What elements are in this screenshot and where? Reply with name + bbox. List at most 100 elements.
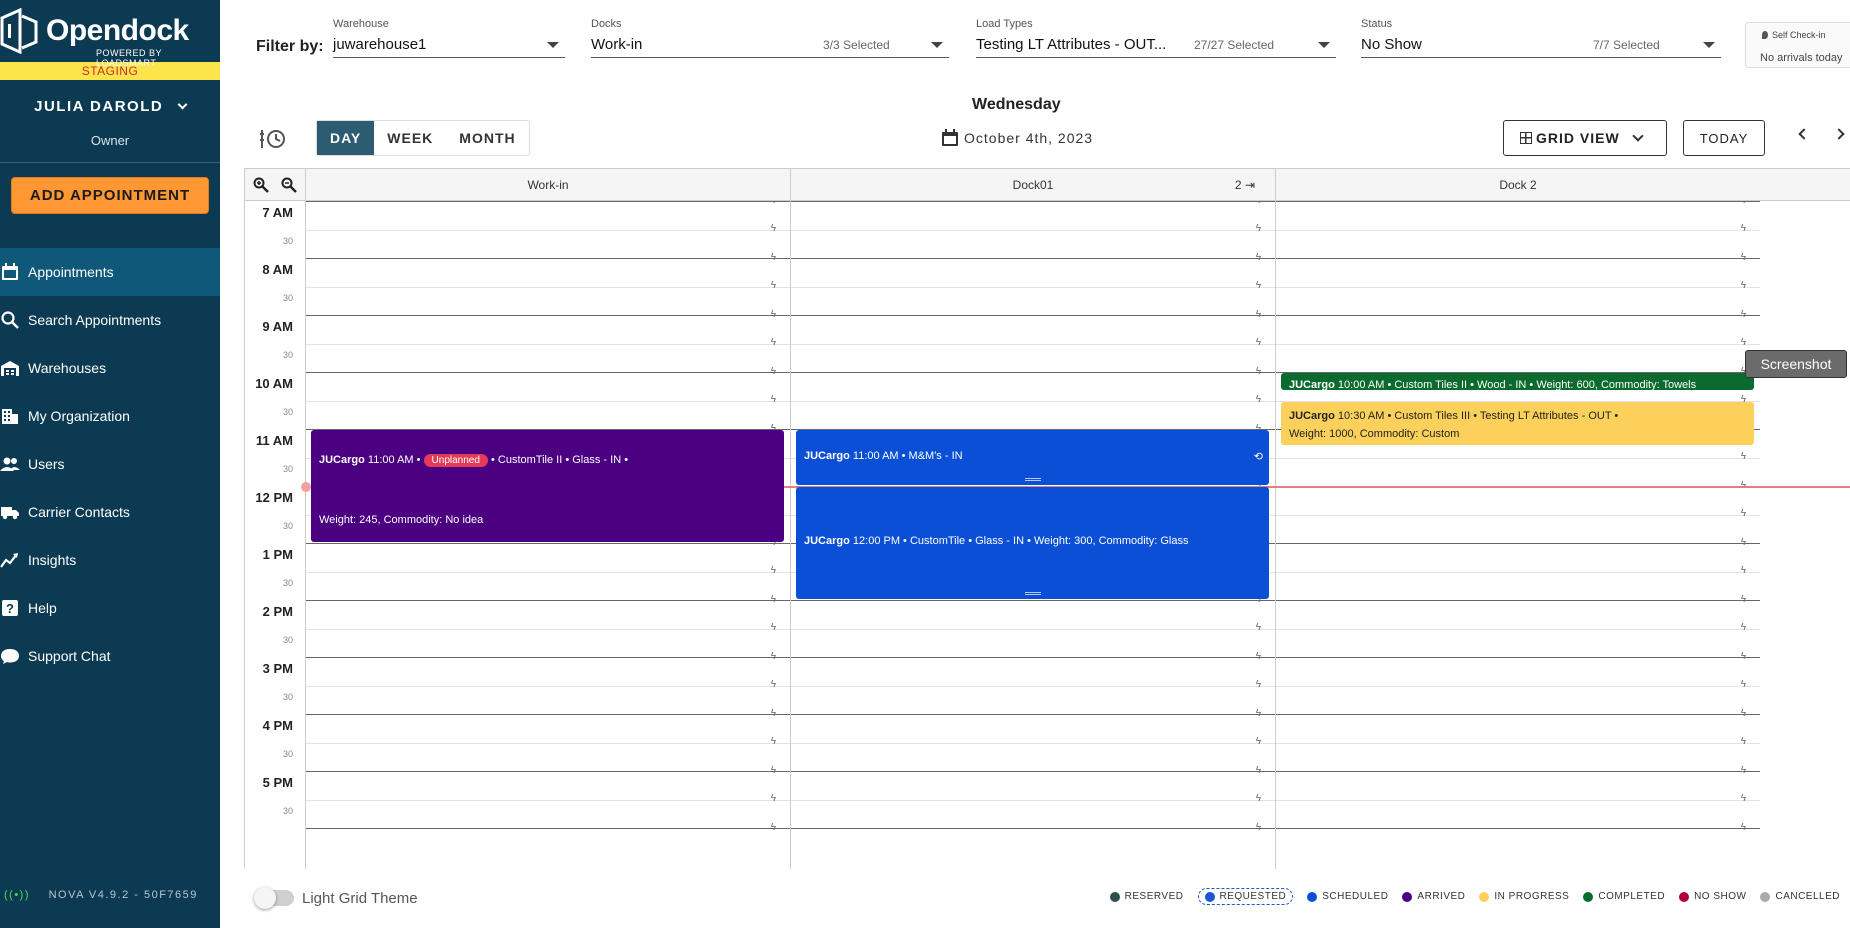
date-picker[interactable]: October 4th, 2023: [940, 128, 1093, 148]
quick-book-icon[interactable]: ϟ: [1256, 337, 1261, 348]
quick-book-icon[interactable]: ϟ: [771, 822, 776, 833]
resize-handle[interactable]: [1024, 478, 1041, 481]
sidebar-item-help[interactable]: ? Help: [0, 584, 220, 632]
quick-book-icon[interactable]: ϟ: [1256, 651, 1261, 662]
quick-book-icon[interactable]: ϟ: [771, 309, 776, 320]
legend-item-scheduled[interactable]: SCHEDULED: [1307, 891, 1388, 902]
sidebar-item-users[interactable]: Users: [0, 440, 220, 488]
quick-book-icon[interactable]: ϟ: [1741, 622, 1746, 633]
quick-book-icon[interactable]: ϟ: [771, 708, 776, 719]
appointment-card[interactable]: JUCargo 11:00 AM • M&M's - IN ⟲: [796, 430, 1269, 485]
quick-book-icon[interactable]: ϟ: [1741, 280, 1746, 291]
quick-book-icon[interactable]: ϟ: [771, 366, 776, 377]
quick-book-icon[interactable]: ϟ: [1256, 201, 1261, 206]
appointment-card[interactable]: JUCargo 12:00 PM • CustomTile • Glass - …: [796, 487, 1269, 599]
quick-book-icon[interactable]: ϟ: [771, 793, 776, 804]
sidebar-item-warehouses[interactable]: Warehouses: [0, 344, 220, 392]
quick-book-icon[interactable]: ϟ: [771, 280, 776, 291]
prev-day-icon[interactable]: [1798, 128, 1810, 140]
quick-book-icon[interactable]: ϟ: [1256, 252, 1261, 263]
quick-book-icon[interactable]: ϟ: [1741, 223, 1746, 234]
appointment-card[interactable]: JUCargo 10:30 AM • Custom Tiles III • Te…: [1281, 401, 1754, 446]
column-header-dock-2[interactable]: Dock 2: [1275, 169, 1760, 201]
legend-item-in-progress[interactable]: IN PROGRESS: [1479, 891, 1569, 902]
quick-book-icon[interactable]: ϟ: [1256, 708, 1261, 719]
tab-month[interactable]: MONTH: [446, 121, 528, 155]
resize-handle[interactable]: [1024, 592, 1041, 595]
quick-book-icon[interactable]: ϟ: [1741, 708, 1746, 719]
sidebar-item-support-chat[interactable]: Support Chat: [0, 632, 220, 680]
warehouse-select[interactable]: Warehouse juwarehouse1: [333, 18, 565, 58]
grid-view-button[interactable]: GRID VIEW: [1503, 120, 1667, 156]
quick-book-icon[interactable]: ϟ: [1741, 252, 1746, 263]
quick-book-icon[interactable]: ϟ: [1256, 822, 1261, 833]
quick-book-icon[interactable]: ϟ: [771, 394, 776, 405]
quick-book-icon[interactable]: ϟ: [1741, 565, 1746, 576]
quick-book-icon[interactable]: ϟ: [1741, 508, 1746, 519]
docks-select[interactable]: Docks Work-in 3/3 Selected: [591, 18, 949, 58]
recurring-icon[interactable]: ⟲: [1254, 450, 1263, 463]
quick-book-icon[interactable]: ϟ: [1256, 309, 1261, 320]
self-checkin-panel[interactable]: Self Check-in No arrivals today: [1745, 22, 1850, 68]
quick-book-icon[interactable]: ϟ: [1741, 793, 1746, 804]
tab-day[interactable]: DAY: [317, 121, 375, 155]
quick-book-icon[interactable]: ϟ: [1256, 366, 1261, 377]
quick-book-icon[interactable]: ϟ: [1741, 309, 1746, 320]
appointment-card[interactable]: JUCargo 11:00 AM • Unplanned • CustomTil…: [311, 430, 784, 542]
dock-column[interactable]: ϟϟϟϟϟϟϟϟϟϟϟϟϟϟϟϟϟϟϟϟϟϟϟ: [1275, 201, 1760, 869]
user-menu[interactable]: JULIA DAROLD: [0, 98, 220, 115]
quick-book-icon[interactable]: ϟ: [1741, 765, 1746, 776]
quick-book-icon[interactable]: ϟ: [1741, 201, 1746, 206]
sidebar-item-search-appointments[interactable]: Search Appointments: [0, 296, 220, 344]
legend-item-cancelled[interactable]: CANCELLED: [1760, 891, 1840, 902]
history-icon[interactable]: [260, 126, 288, 150]
quick-book-icon[interactable]: ϟ: [1256, 736, 1261, 747]
sidebar-item-carrier-contacts[interactable]: Carrier Contacts: [0, 488, 220, 536]
quick-book-icon[interactable]: ϟ: [771, 736, 776, 747]
column-header-dock01[interactable]: Dock01 2 ⇥: [790, 169, 1275, 201]
quick-book-icon[interactable]: ϟ: [1256, 394, 1261, 405]
quick-book-icon[interactable]: ϟ: [771, 679, 776, 690]
quick-book-icon[interactable]: ϟ: [771, 651, 776, 662]
quick-book-icon[interactable]: ϟ: [1741, 480, 1746, 491]
legend-item-completed[interactable]: COMPLETED: [1583, 891, 1665, 902]
add-appointment-button[interactable]: ADD APPOINTMENT: [11, 177, 209, 214]
quick-book-icon[interactable]: ϟ: [1741, 736, 1746, 747]
quick-book-icon[interactable]: ϟ: [771, 765, 776, 776]
quick-book-icon[interactable]: ϟ: [1741, 679, 1746, 690]
next-day-icon[interactable]: [1833, 128, 1845, 140]
quick-book-icon[interactable]: ϟ: [771, 622, 776, 633]
sidebar-item-insights[interactable]: Insights: [0, 536, 220, 584]
quick-book-icon[interactable]: ϟ: [771, 252, 776, 263]
legend-item-arrived[interactable]: ARRIVED: [1402, 891, 1465, 902]
appointment-card[interactable]: JUCargo 10:00 AM • Custom Tiles II • Woo…: [1281, 373, 1754, 390]
legend-item-reserved[interactable]: RESERVED: [1109, 891, 1184, 902]
quick-book-icon[interactable]: ϟ: [1256, 280, 1261, 291]
quick-book-icon[interactable]: ϟ: [771, 594, 776, 605]
quick-book-icon[interactable]: ϟ: [1741, 822, 1746, 833]
load-types-select[interactable]: Load Types Testing LT Attributes - OUT..…: [976, 18, 1336, 58]
status-select[interactable]: Status No Show 7/7 Selected: [1361, 18, 1721, 58]
sidebar-item-appointments[interactable]: Appointments: [0, 248, 220, 296]
screenshot-tooltip[interactable]: Screenshot: [1745, 350, 1847, 378]
today-button[interactable]: TODAY: [1683, 120, 1765, 156]
legend-item-requested[interactable]: REQUESTED: [1197, 888, 1294, 905]
column-header-work-in[interactable]: Work-in: [305, 169, 790, 201]
quick-book-icon[interactable]: ϟ: [771, 337, 776, 348]
quick-book-icon[interactable]: ϟ: [1741, 594, 1746, 605]
quick-book-icon[interactable]: ϟ: [1256, 793, 1261, 804]
quick-book-icon[interactable]: ϟ: [1741, 451, 1746, 462]
quick-book-icon[interactable]: ϟ: [771, 565, 776, 576]
quick-book-icon[interactable]: ϟ: [1256, 765, 1261, 776]
zoom-in-icon[interactable]: [253, 177, 269, 193]
brand-logo[interactable]: Opendock POWERED BY LOADSMART: [0, 0, 220, 68]
sidebar-item-my-organization[interactable]: My Organization: [0, 392, 220, 440]
quick-book-icon[interactable]: ϟ: [771, 223, 776, 234]
quick-book-icon[interactable]: ϟ: [1741, 651, 1746, 662]
light-grid-toggle[interactable]: [254, 887, 294, 909]
quick-book-icon[interactable]: ϟ: [1256, 223, 1261, 234]
quick-book-icon[interactable]: ϟ: [1741, 337, 1746, 348]
zoom-out-icon[interactable]: [281, 177, 297, 193]
quick-book-icon[interactable]: ϟ: [1741, 537, 1746, 548]
legend-item-no-show[interactable]: NO SHOW: [1679, 891, 1746, 902]
